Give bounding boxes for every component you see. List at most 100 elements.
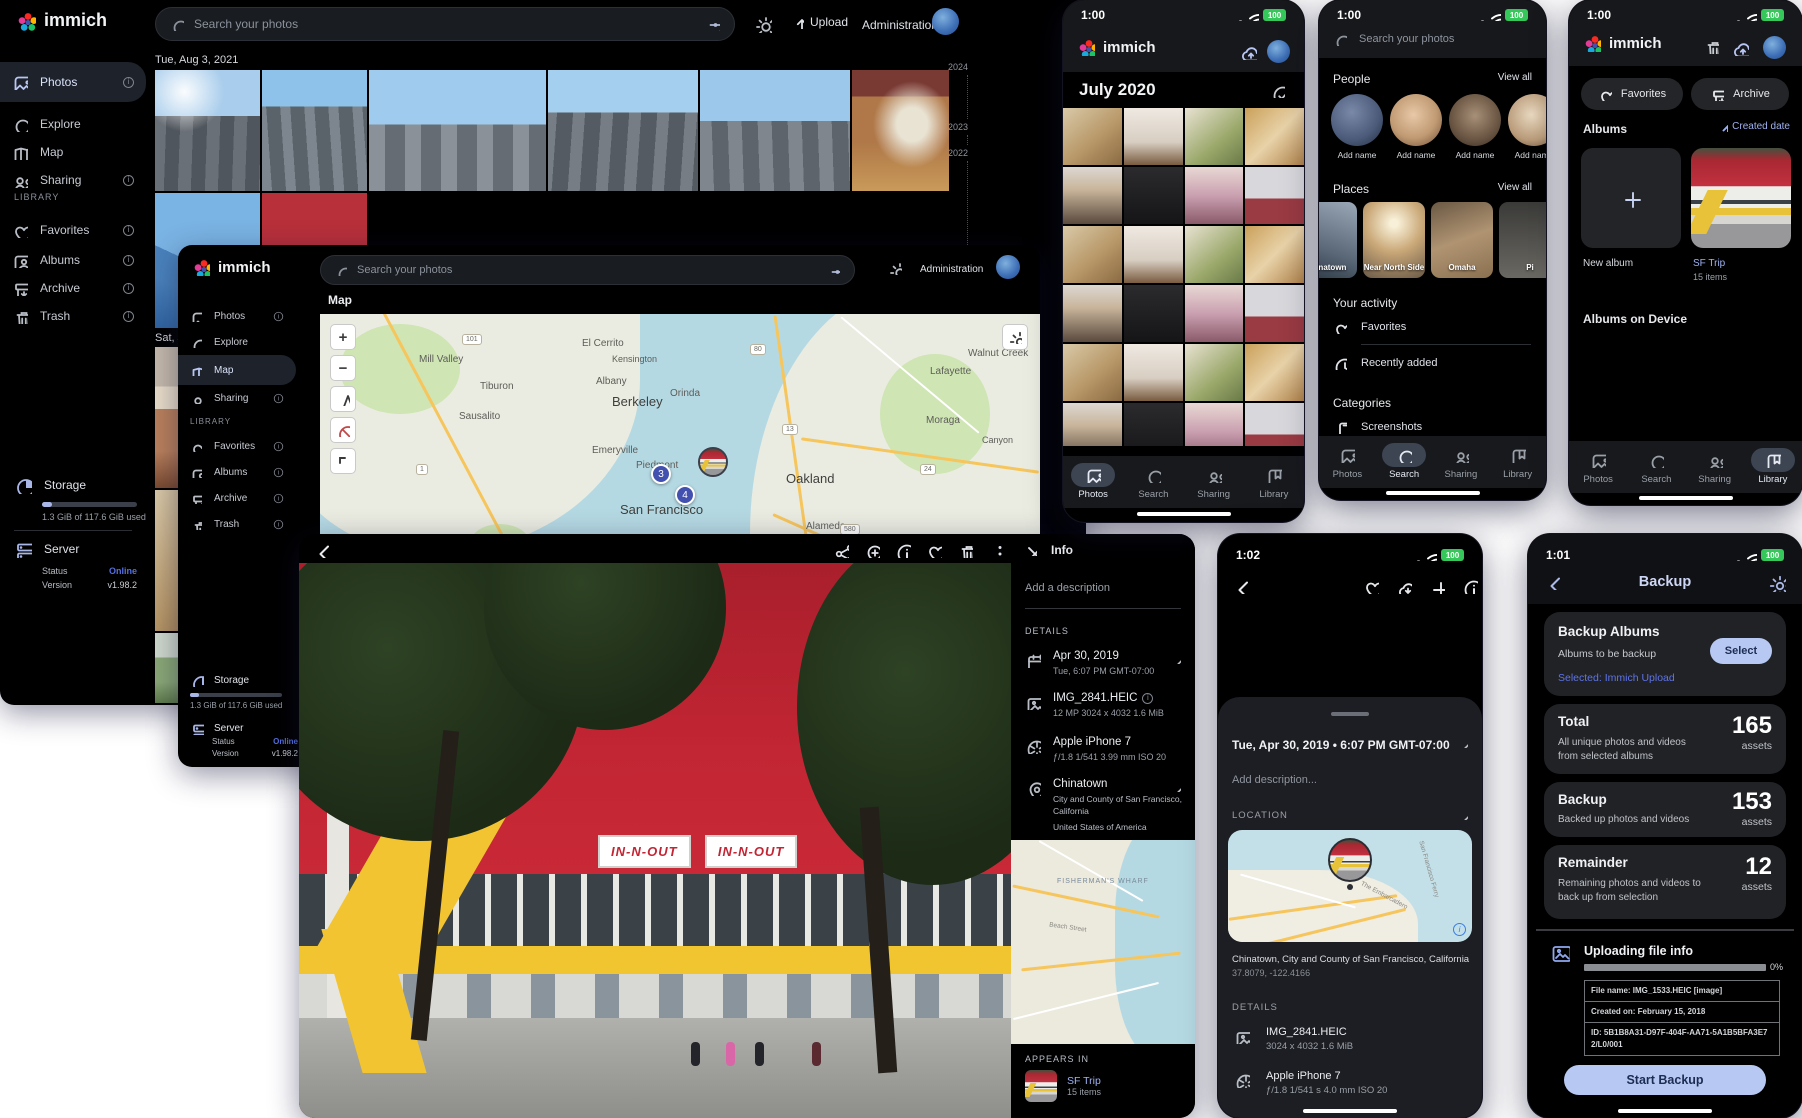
album-card[interactable] bbox=[1691, 148, 1791, 248]
more-options-icon[interactable] bbox=[988, 542, 1004, 558]
photo-thumbnail[interactable] bbox=[1124, 285, 1183, 342]
info-icon[interactable]: i bbox=[123, 77, 134, 88]
sort-button[interactable]: Created date bbox=[1716, 120, 1790, 132]
info-icon[interactable]: i bbox=[274, 467, 283, 476]
sidebar-item-archive[interactable]: Archivei bbox=[178, 485, 296, 511]
place-card[interactable]: Chinatown bbox=[1319, 202, 1357, 278]
search-input[interactable]: Search your photos bbox=[1333, 32, 1454, 46]
photo-thumbnail[interactable] bbox=[1124, 167, 1183, 224]
user-avatar[interactable] bbox=[1763, 36, 1786, 59]
trash-icon[interactable] bbox=[957, 542, 973, 558]
map-attribution-icon[interactable]: i bbox=[1453, 923, 1466, 936]
photo-thumbnail[interactable] bbox=[1124, 226, 1183, 283]
description-input[interactable]: Add description... bbox=[1232, 774, 1317, 786]
cloud-sync-icon[interactable] bbox=[1239, 42, 1257, 60]
photo-thumbnail[interactable] bbox=[1185, 344, 1244, 401]
person-item[interactable]: Add name bbox=[1390, 94, 1442, 160]
filter-icon[interactable] bbox=[828, 264, 840, 276]
photo-map-marker[interactable] bbox=[1328, 838, 1372, 882]
nav-photos[interactable]: Photos bbox=[1576, 448, 1620, 493]
album-name[interactable]: SF Trip bbox=[1067, 1075, 1101, 1087]
place-card[interactable]: Near North Side bbox=[1363, 202, 1425, 278]
theme-toggle-icon[interactable] bbox=[888, 261, 902, 275]
photo-thumbnail[interactable] bbox=[1063, 344, 1122, 401]
zoom-in-icon[interactable] bbox=[864, 542, 880, 558]
photo-thumbnail[interactable] bbox=[1245, 285, 1304, 342]
immich-logo[interactable]: immich bbox=[192, 258, 271, 276]
place-card[interactable]: Pi bbox=[1499, 202, 1546, 278]
add-icon[interactable] bbox=[1429, 578, 1445, 594]
add-name-label[interactable]: Add name bbox=[1515, 150, 1546, 160]
info-icon[interactable]: i bbox=[274, 393, 283, 402]
home-indicator[interactable] bbox=[1639, 496, 1733, 500]
photo-thumbnail[interactable] bbox=[1185, 403, 1244, 446]
photo-thumbnail[interactable] bbox=[1185, 226, 1244, 283]
user-avatar[interactable] bbox=[1267, 40, 1290, 63]
immich-logo[interactable]: immich bbox=[16, 10, 107, 31]
photo-thumbnail[interactable] bbox=[369, 70, 546, 191]
photo-thumbnail[interactable] bbox=[548, 70, 698, 191]
toggle-markers-button[interactable] bbox=[330, 417, 356, 443]
info-icon[interactable]: i bbox=[274, 519, 283, 528]
edit-date-icon[interactable] bbox=[1169, 652, 1181, 664]
photo-thumbnail[interactable] bbox=[155, 70, 260, 191]
trash-icon[interactable] bbox=[1703, 38, 1719, 54]
info-icon[interactable] bbox=[1462, 578, 1478, 594]
select-button[interactable]: Select bbox=[1710, 638, 1772, 664]
home-indicator[interactable] bbox=[1386, 491, 1480, 495]
nav-search[interactable]: Search bbox=[1131, 463, 1175, 508]
back-icon[interactable] bbox=[313, 542, 329, 558]
person-item[interactable]: Add name bbox=[1331, 94, 1383, 160]
map-cluster-marker[interactable]: 3 bbox=[651, 464, 671, 484]
photo-thumbnail[interactable] bbox=[1245, 167, 1304, 224]
search-input[interactable]: Search your photos bbox=[320, 255, 855, 285]
info-icon[interactable]: i bbox=[123, 225, 134, 236]
administration-link[interactable]: Administration bbox=[862, 18, 938, 32]
sidebar-item-map[interactable]: Map bbox=[178, 355, 296, 385]
photo-thumbnail[interactable] bbox=[1185, 285, 1244, 342]
photo-thumbnail[interactable] bbox=[1063, 108, 1122, 165]
administration-link[interactable]: Administration bbox=[920, 264, 983, 275]
nav-search[interactable]: Search bbox=[1382, 443, 1426, 488]
people-view-all-link[interactable]: View all bbox=[1498, 72, 1532, 83]
map-settings-button[interactable] bbox=[1002, 324, 1028, 350]
photo-thumbnail[interactable] bbox=[1245, 108, 1304, 165]
nav-photos[interactable]: Photos bbox=[1325, 443, 1369, 488]
info-icon[interactable]: i bbox=[274, 441, 283, 450]
filter-icon[interactable] bbox=[706, 17, 720, 31]
nav-sharing[interactable]: Sharing bbox=[1693, 448, 1737, 493]
photo-thumbnail[interactable] bbox=[1063, 403, 1122, 446]
fullscreen-button[interactable] bbox=[330, 448, 356, 474]
theme-toggle-icon[interactable] bbox=[754, 15, 772, 33]
photo-thumbnail[interactable] bbox=[1185, 167, 1244, 224]
share-icon[interactable] bbox=[833, 542, 849, 558]
edit-location-icon[interactable] bbox=[1456, 808, 1468, 820]
info-icon[interactable]: i bbox=[123, 283, 134, 294]
info-icon[interactable]: i bbox=[274, 311, 283, 320]
album-thumbnail[interactable] bbox=[1025, 1070, 1057, 1102]
search-input[interactable]: Search your photos bbox=[155, 7, 735, 41]
sidebar-item-explore[interactable]: Explore bbox=[178, 329, 296, 355]
nav-sharing[interactable]: Sharing bbox=[1439, 443, 1483, 488]
cloud-download-icon[interactable] bbox=[1396, 578, 1412, 594]
sidebar-item-albums[interactable]: Albumsi bbox=[178, 459, 296, 485]
favorite-icon[interactable] bbox=[1363, 578, 1379, 594]
zoom-in-button[interactable]: + bbox=[330, 324, 356, 350]
photo-thumbnail[interactable] bbox=[1124, 403, 1183, 446]
places-view-all-link[interactable]: View all bbox=[1498, 182, 1532, 193]
compass-button[interactable] bbox=[330, 386, 356, 412]
photo-thumbnail[interactable] bbox=[1245, 403, 1304, 446]
sidebar-item-favorites[interactable]: Favoritesi bbox=[178, 433, 296, 459]
person-item[interactable]: Add name bbox=[1508, 94, 1546, 160]
recently-added-row[interactable]: Recently added bbox=[1333, 356, 1437, 370]
photo-thumbnail[interactable] bbox=[1063, 167, 1122, 224]
favorites-row[interactable]: Favorites bbox=[1333, 320, 1406, 334]
user-avatar[interactable] bbox=[996, 255, 1020, 279]
info-icon[interactable]: i bbox=[123, 255, 134, 266]
home-indicator[interactable] bbox=[1137, 512, 1231, 516]
photo-thumbnail[interactable] bbox=[1124, 344, 1183, 401]
edit-location-icon[interactable] bbox=[1169, 780, 1181, 792]
sidebar-item-photos[interactable]: Photosi bbox=[0, 62, 146, 102]
sidebar-item-favorites[interactable]: Favoritesi bbox=[0, 214, 146, 246]
face-thumbnail[interactable] bbox=[1508, 94, 1546, 146]
